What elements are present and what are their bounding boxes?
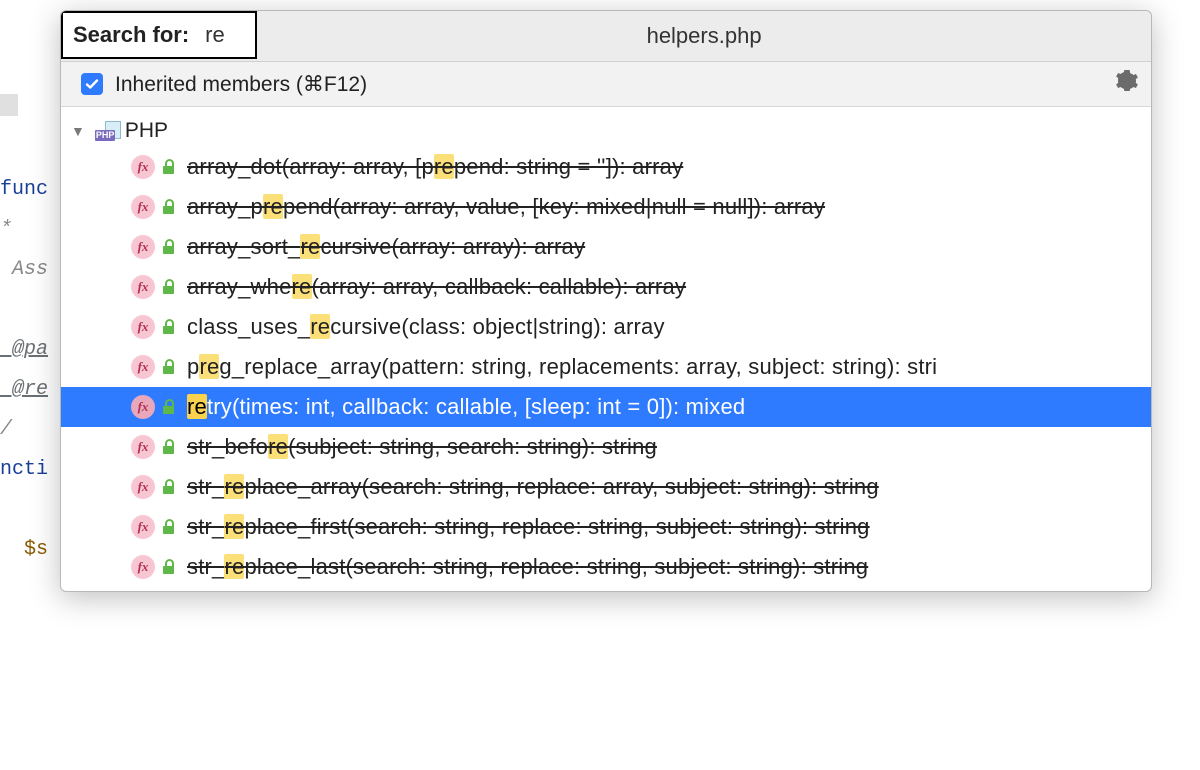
list-item[interactable]: fx preg_replace_array(pattern: string, re…	[61, 347, 1151, 387]
popup-title: helpers.php	[257, 23, 1151, 49]
search-label: Search for:	[73, 22, 189, 48]
group-php[interactable]: ▼ PHP PHP	[61, 115, 1151, 147]
list-item[interactable]: fx array_prepend(array: array, value, [ke…	[61, 187, 1151, 227]
list-item[interactable]: fx str_replace_first(search: string, repl…	[61, 507, 1151, 547]
lock-open-icon	[161, 479, 177, 495]
list-item[interactable]: fx array_dot(array: array, [prepend: stri…	[61, 147, 1151, 187]
group-label: PHP	[125, 119, 168, 143]
function-icon: fx	[131, 515, 155, 539]
function-icon: fx	[131, 555, 155, 579]
options-bar: Inherited members (⌘F12)	[61, 62, 1151, 107]
lock-open-icon	[161, 279, 177, 295]
collapse-icon[interactable]: ▼	[71, 123, 85, 139]
search-input[interactable]	[203, 21, 247, 49]
list-item[interactable]: fx str_replace_array(search: string, repl…	[61, 467, 1151, 507]
list-item[interactable]: fx class_uses_recursive(class: object|str…	[61, 307, 1151, 347]
function-signature: array_where(array: array, callback: call…	[187, 274, 686, 300]
function-icon: fx	[131, 475, 155, 499]
function-signature: class_uses_recursive(class: object|strin…	[187, 314, 665, 340]
function-signature: str_replace_first(search: string, replac…	[187, 514, 870, 540]
php-file-icon: PHP	[95, 121, 121, 141]
lock-open-icon	[161, 519, 177, 535]
lock-open-icon	[161, 239, 177, 255]
function-signature: array_dot(array: array, [prepend: string…	[187, 154, 683, 180]
function-icon: fx	[131, 395, 155, 419]
function-signature: retry(times: int, callback: callable, [s…	[187, 394, 745, 420]
gear-icon[interactable]	[1115, 69, 1139, 99]
lock-open-icon	[161, 319, 177, 335]
list-item[interactable]: fx array_sort_recursive(array: array): ar…	[61, 227, 1151, 267]
list-item[interactable]: fx str_before(subject: string, search: st…	[61, 427, 1151, 467]
function-icon: fx	[131, 355, 155, 379]
lock-open-icon	[161, 439, 177, 455]
list-item[interactable]: fx str_replace_last(search: string, repla…	[61, 547, 1151, 587]
lock-open-icon	[161, 359, 177, 375]
function-signature: str_replace_array(search: string, replac…	[187, 474, 879, 500]
lock-open-icon	[161, 159, 177, 175]
function-icon: fx	[131, 235, 155, 259]
lock-open-icon	[161, 199, 177, 215]
inherited-label: Inherited members (⌘F12)	[115, 72, 367, 97]
function-signature: array_sort_recursive(array: array): arra…	[187, 234, 585, 260]
function-icon: fx	[131, 315, 155, 339]
search-box[interactable]: Search for:	[61, 11, 257, 59]
function-signature: array_prepend(array: array, value, [key:…	[187, 194, 825, 220]
structure-popup: Search for: helpers.php Inherited member…	[60, 10, 1152, 592]
function-signature: str_before(subject: string, search: stri…	[187, 434, 657, 460]
list-item[interactable]: fx array_where(array: array, callback: ca…	[61, 267, 1151, 307]
title-bar: Search for: helpers.php	[61, 11, 1151, 62]
lock-open-icon	[161, 559, 177, 575]
inherited-checkbox[interactable]	[81, 73, 103, 95]
function-signature: preg_replace_array(pattern: string, repl…	[187, 354, 937, 380]
lock-open-icon	[161, 399, 177, 415]
list-item[interactable]: fx retry(times: int, callback: callable, …	[61, 387, 1151, 427]
function-icon: fx	[131, 275, 155, 299]
function-signature: str_replace_last(search: string, replace…	[187, 554, 868, 580]
editor-background: func * Ass @pa @re / ncti $s	[0, 0, 60, 770]
function-icon: fx	[131, 435, 155, 459]
function-icon: fx	[131, 195, 155, 219]
function-icon: fx	[131, 155, 155, 179]
result-tree: ▼ PHP PHP fx array_dot(array: array, [pre…	[61, 107, 1151, 591]
